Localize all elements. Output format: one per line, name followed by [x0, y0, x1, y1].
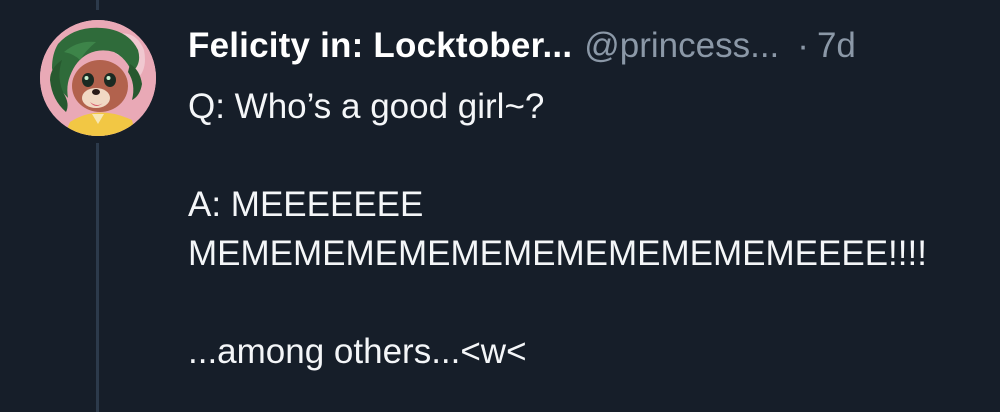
post-line: MEMEMEMEMEMEMEMEMEMEMEMEEEE!!!!: [188, 234, 927, 273]
separator-dot: ·: [797, 26, 809, 65]
post-line-blank: [188, 131, 988, 180]
post-header: Felicity in: Locktober... @princess... ·…: [188, 22, 856, 70]
post-timestamp[interactable]: 7d: [817, 22, 856, 70]
thread-connector-top: [96, 0, 99, 10]
avatar-image: [40, 20, 156, 136]
author-display-name[interactable]: Felicity in: Locktober...: [188, 22, 572, 70]
thread-connector-bottom: [96, 143, 99, 412]
avatar[interactable]: [40, 20, 156, 136]
post-line: ...among others...<w<: [188, 332, 527, 371]
post-line: A: MEEEEEEE: [188, 185, 424, 224]
post-line-blank: [188, 278, 988, 327]
post-text: Q: Who’s a good girl~? A: MEEEEEEE MEMEM…: [188, 82, 988, 376]
author-handle[interactable]: @princess...: [584, 22, 779, 70]
post-line: Q: Who’s a good girl~?: [188, 87, 545, 126]
